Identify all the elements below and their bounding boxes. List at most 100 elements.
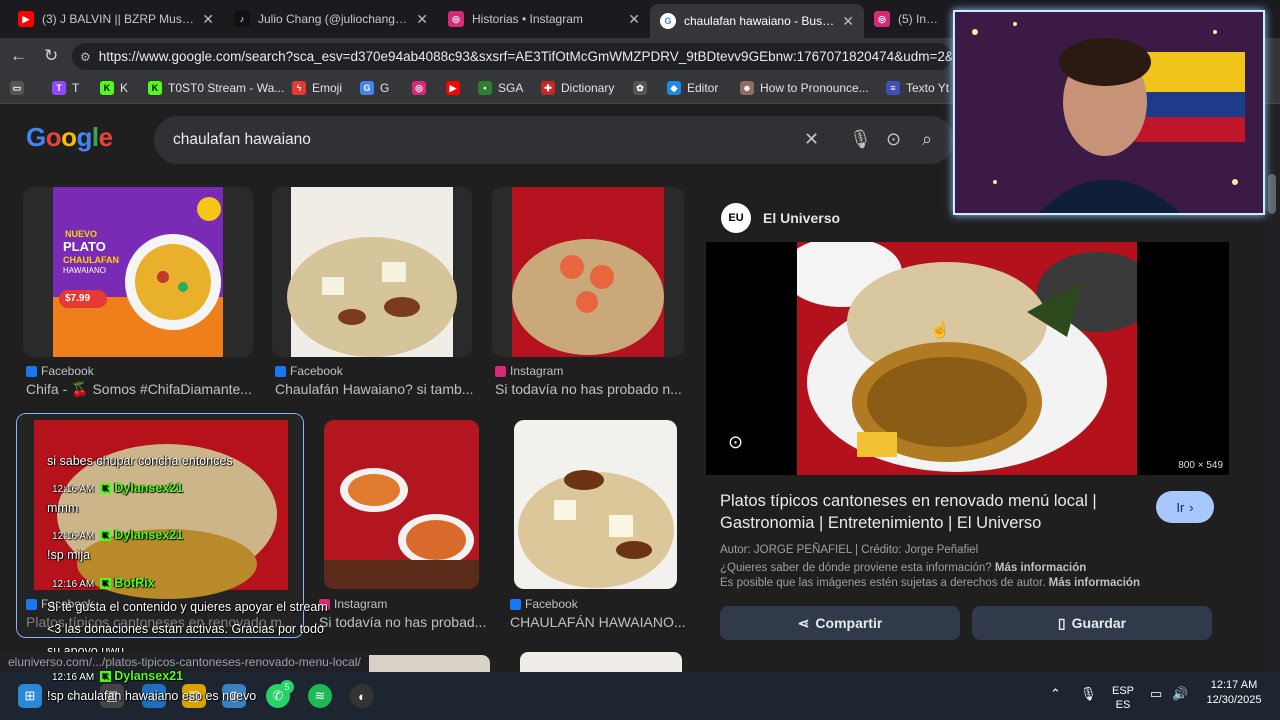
more-info-link[interactable]: Más información [1049, 577, 1140, 589]
site-info-icon[interactable]: ⚙ [80, 50, 91, 64]
facebook-icon [510, 598, 521, 610]
bookmark-label: T [72, 81, 80, 95]
visit-button[interactable]: Ir › [1156, 491, 1214, 523]
dictionary-icon: ✚ [541, 81, 555, 95]
bookmark-item[interactable]: ▶ [446, 81, 466, 95]
microphone-icon[interactable]: 🎙 [849, 129, 872, 150]
preview-title[interactable]: Platos típicos cantoneses en renovado me… [720, 490, 1140, 534]
pronounce-icon: ☻ [740, 81, 754, 95]
share-button[interactable]: ⋖ Compartir [720, 606, 960, 640]
chat-time: 12:16 AM [52, 531, 95, 542]
promo-text: PLATO [63, 239, 106, 254]
result-caption[interactable]: Chifa - 🍒 Somos #ChifaDiamante... [26, 381, 254, 398]
bookmark-item[interactable]: ◆ Editor [667, 81, 718, 95]
shrimp-rice-image [492, 187, 684, 357]
lens-icon[interactable]: ⊙ [728, 432, 743, 453]
close-icon[interactable]: ✕ [202, 11, 214, 28]
image-dimensions: 800 × 549 [1178, 460, 1223, 471]
result-image[interactable] [324, 420, 479, 589]
bookmark-item[interactable]: ☻ How to Pronounce... [740, 81, 869, 95]
microphone-icon[interactable]: 🎙 [1080, 686, 1097, 702]
result-caption[interactable]: Si todavía no has probado n... [495, 381, 683, 397]
preview-image[interactable]: ⊙ ☝ 800 × 549 [706, 242, 1229, 475]
back-icon[interactable]: ← [10, 46, 27, 66]
tab-tiktok[interactable]: ♪ Julio Chang (@juliochangm) | TikT ✕ [224, 4, 438, 34]
clock[interactable]: 12:17 AM 12/30/2025 [1198, 678, 1270, 708]
volume-icon[interactable]: 🔊 [1172, 686, 1188, 702]
search-input[interactable]: chaulafan hawaiano [173, 131, 311, 149]
clock-time: 12:17 AM [1210, 679, 1258, 691]
search-box[interactable]: chaulafan hawaiano ✕ 🎙 ⊙ ⌕ [154, 116, 954, 164]
page-scrollbar[interactable] [1264, 104, 1280, 672]
scrollbar-thumb[interactable] [1268, 174, 1276, 214]
result-image[interactable] [514, 420, 677, 589]
result-image[interactable]: NUEVO PLATO CHAULAFAN HAWAIANO $7.99 [23, 187, 253, 357]
bookmark-label: How to Pronounce... [760, 81, 869, 95]
bookmark-item[interactable]: ϟ Emoji [292, 81, 342, 95]
tab-youtube[interactable]: ▶ (3) J BALVIN || BZRP Music Sessio ✕ [8, 4, 224, 34]
tab-instagram[interactable]: ◎ (5) Instagram [864, 4, 954, 34]
tab-google-search[interactable]: G chaulafan hawaiano - Buscar con G ✕ [650, 4, 864, 38]
close-icon[interactable]: ✕ [628, 11, 640, 28]
chat-text: mmm [47, 501, 79, 515]
source-label: Instagram [334, 597, 388, 611]
result-source: Facebook [510, 597, 578, 611]
promo-text: HAWAIANO [63, 266, 106, 275]
result-source: Facebook [275, 364, 343, 378]
result-caption[interactable]: CHAULAFÁN HAWAIANO... [510, 614, 686, 630]
result-caption[interactable]: Si todavía no has probad... [319, 614, 487, 630]
keyboard-code: ES [1115, 699, 1131, 711]
kick-icon: K [100, 81, 114, 95]
language-code: ESP [1111, 685, 1134, 697]
lens-icon[interactable]: ⊙ [886, 129, 901, 150]
result-image[interactable] [520, 652, 682, 672]
chat-message: 12:16 AM K BotRix [16, 576, 155, 590]
bookmark-item[interactable]: TT [52, 81, 79, 95]
tray-chevron-icon[interactable]: ⌃ [1050, 686, 1061, 702]
result-image[interactable] [272, 187, 472, 357]
facebook-icon [26, 365, 37, 377]
publisher-name[interactable]: El Universo [763, 210, 840, 226]
google-logo[interactable]: Google [26, 122, 113, 153]
spotify-icon[interactable]: ≋ [308, 684, 332, 708]
webcam-overlay [953, 10, 1265, 215]
clear-icon[interactable]: ✕ [804, 129, 819, 150]
tab-title: (5) Instagram [898, 12, 944, 26]
chat-message: si sabes chupar concha entonces [47, 454, 233, 468]
save-button[interactable]: ▯ Guardar [972, 606, 1212, 640]
publisher-logo[interactable]: EU [721, 203, 751, 233]
chat-text: !sp mija [47, 548, 91, 562]
source-label: Instagram [510, 364, 564, 378]
language-indicator[interactable]: ESP ES [1110, 684, 1136, 712]
chat-text: Si te gusta el contenido y quieres apoya… [47, 600, 328, 658]
bookmark-item[interactable]: KK [100, 81, 128, 95]
windows-start-icon[interactable]: ⊞ [18, 684, 42, 708]
network-icon[interactable]: ▭ [1150, 686, 1162, 702]
bookmark-item[interactable]: K T0ST0 Stream - Wa... [148, 81, 284, 95]
bookmark-item[interactable]: ◎ [412, 81, 432, 95]
address-bar[interactable]: ⚙ https://www.google.com/search?sca_esv=… [72, 43, 952, 70]
doc-icon: ≡ [886, 81, 900, 95]
chat-message: mmm [47, 501, 78, 515]
search-icon[interactable]: ⌕ [922, 129, 932, 150]
chat-message: !sp chaulafan hawaiano eso es nuevo [47, 689, 256, 703]
close-icon[interactable]: ✕ [842, 13, 854, 30]
notification-badge: 5 [280, 680, 294, 694]
bookmark-item[interactable]: • SGA [478, 81, 523, 95]
tab-title: Historias • Instagram [472, 12, 583, 26]
share-icon: ⋖ [797, 614, 810, 631]
result-image[interactable] [492, 187, 684, 357]
close-icon[interactable]: ✕ [416, 11, 428, 28]
tab-instagram-stories[interactable]: ◎ Historias • Instagram ✕ [438, 4, 650, 34]
kick-badge-icon: K [100, 671, 112, 683]
bookmark-item[interactable]: ≡ Texto Yt [886, 81, 949, 95]
obs-icon[interactable]: ◐ [350, 684, 374, 708]
bookmark-item[interactable]: ✿ [633, 81, 653, 95]
reload-icon[interactable]: ↻ [44, 46, 58, 66]
result-caption[interactable]: Chaulafán Hawaiano? si tamb... [275, 381, 475, 397]
bookmarks-menu-icon[interactable]: ▭ [10, 81, 30, 95]
bookmark-item[interactable]: ✚ Dictionary [541, 81, 614, 95]
twitch-icon: T [52, 81, 66, 95]
more-info-link[interactable]: Más información [995, 562, 1086, 574]
bookmark-item[interactable]: GG [360, 81, 389, 95]
